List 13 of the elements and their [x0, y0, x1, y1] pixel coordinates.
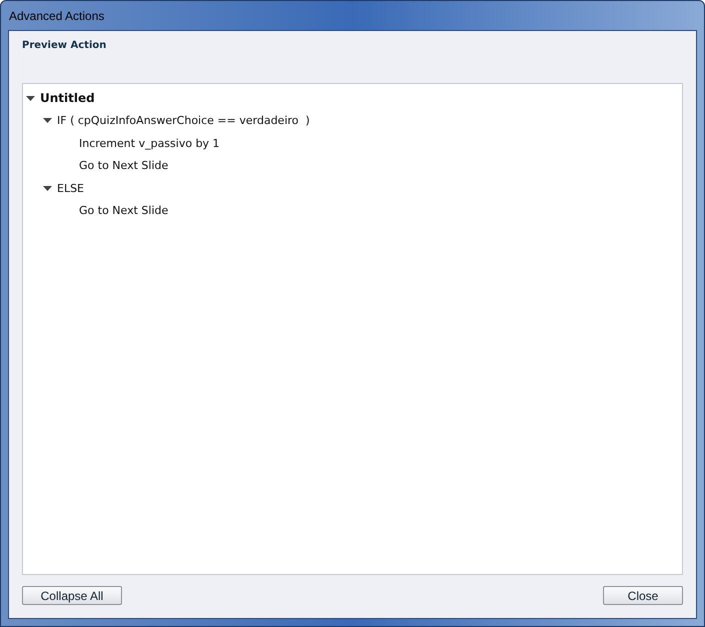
window-title: Advanced Actions — [9, 8, 104, 22]
collapse-all-button[interactable]: Collapse All — [22, 586, 122, 605]
expanded-triangle-icon[interactable] — [43, 184, 52, 193]
tree-item[interactable]: Go to Next Slide — [79, 204, 168, 218]
tree-item[interactable]: Untitled — [40, 91, 95, 106]
tree-item[interactable]: ELSE — [57, 182, 84, 195]
tree-item[interactable]: Increment v_passivo by 1 — [79, 136, 220, 150]
expanded-triangle-icon[interactable] — [26, 94, 35, 103]
expanded-triangle-icon[interactable] — [43, 116, 52, 126]
tree-item[interactable]: Go to Next Slide — [79, 159, 168, 172]
section-title: Preview Action — [22, 39, 106, 53]
close-button[interactable]: Close — [603, 586, 683, 605]
tree-item[interactable]: IF ( cpQuizInfoAnswerChoice == verdadeiro ) — [57, 114, 310, 128]
